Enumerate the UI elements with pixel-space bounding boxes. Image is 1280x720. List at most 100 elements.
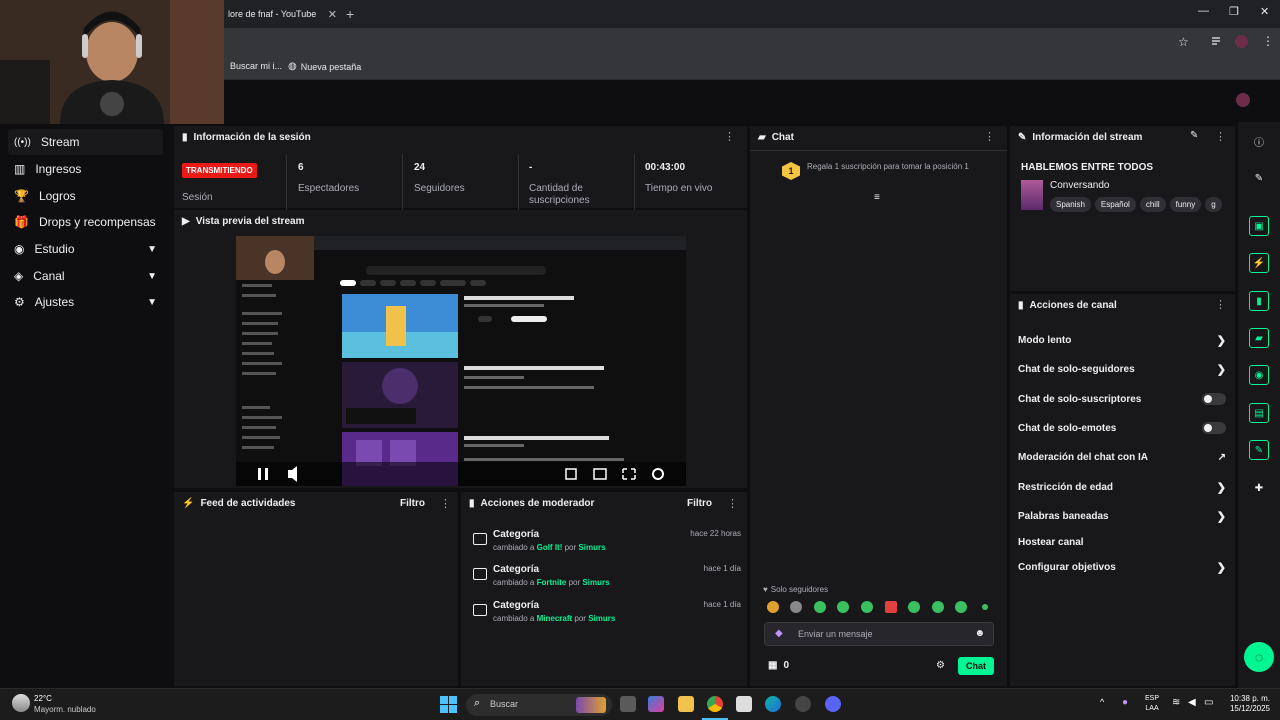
steam-icon[interactable] [795,696,811,712]
kebab-menu-icon[interactable]: ⋮ [1215,298,1226,311]
tab-close-icon[interactable]: ✕ [328,8,337,21]
stream-info-header: ✎ Información del stream [1018,132,1143,143]
media-controls-icon[interactable] [1211,35,1223,47]
bookmark-item[interactable]: Buscar mi i... [230,61,282,71]
sidebar-item-drops[interactable]: 🎁 Drops y recompensas [8,209,163,235]
store-app-icon[interactable] [736,696,752,712]
browser-menu-icon[interactable]: ⋮ [1262,34,1274,48]
window-close-icon[interactable]: ✕ [1260,5,1269,18]
sidebar-item-ingresos[interactable]: ▥ Ingresos [8,156,163,182]
emoji-icon[interactable]: ☻ [974,628,985,639]
minimize-icon[interactable]: — [1198,5,1209,17]
browser-tab[interactable]: lore de fnaf - YouTube ✕ [218,0,343,28]
help-chat-icon[interactable]: ◌ [1244,642,1274,672]
kebab-menu-icon[interactable]: ⋮ [984,130,995,143]
edit-icon[interactable]: ✎ [1190,130,1198,141]
sidebar-item-ajustes[interactable]: ⚙ Ajustes ▼ [8,289,163,315]
user-avatar[interactable] [1236,93,1250,107]
mod-actions-panel: ▮ Acciones de moderador Filtro ⋮ Categor… [461,492,747,686]
sidebar-item-logros[interactable]: 🏆 Logros [8,183,163,209]
stream-preview-video[interactable] [236,236,686,486]
action-age-restriction[interactable]: Restricción de edad ❯ [1018,479,1226,495]
subscribers-only-toggle[interactable] [1202,393,1226,405]
windows-taskbar: 22°C Mayorm. nublado ⌕ Buscar ^ ● ESP LAA… [0,688,1280,720]
tag[interactable]: Español [1094,197,1136,212]
chevron-up-icon[interactable]: ^ [1100,697,1104,707]
chevron-right-icon: ❯ [1216,561,1226,574]
channel-points[interactable]: ▦ 0 [768,660,789,671]
stream-preview-header: ▶ Vista previa del stream [182,216,305,227]
channel-actions-panel: ▮ Acciones de canal ⋮ Modo lento ❯ Chat … [1010,294,1235,686]
action-emote-only: Chat de solo-emotes [1018,420,1226,436]
taskbar-search[interactable]: ⌕ Buscar [466,694,612,716]
bookmark-item[interactable]: ◍ Nueva pestaña [288,61,361,72]
sidebar-item-estudio[interactable]: ◉ Estudio ▼ [8,236,163,262]
tag[interactable]: Spanish [1050,197,1091,212]
kebab-menu-icon[interactable]: ⋮ [440,497,451,510]
pencil-icon[interactable]: ✎ [1249,168,1269,188]
marker-icon[interactable]: ▮ [1249,291,1269,311]
action-ai-moderation[interactable]: Moderación del chat con IA ↗ [1018,449,1226,465]
kebab-menu-icon[interactable]: ⋮ [1215,130,1226,143]
wrench-icon[interactable]: ✎ [1249,440,1269,460]
chat-settings-icon[interactable]: ⚙ [936,660,945,671]
maximize-icon[interactable]: ❐ [1229,5,1239,18]
poll-icon[interactable]: ▤ [1249,403,1269,423]
tag[interactable]: chill [1139,197,1166,212]
volume-icon[interactable]: ◀ [1188,697,1196,708]
activity-feed-header: ⚡ Feed de actividades [182,498,296,509]
weather-desc[interactable]: Mayorm. nublado [34,705,96,714]
chat-send-button[interactable]: Chat [958,657,994,675]
action-banned-words[interactable]: Palabras baneadas ❯ [1018,508,1226,524]
divider [634,154,635,212]
ad-icon[interactable]: ⚡ [1249,253,1269,273]
sidebar-item-stream[interactable]: ((•)) Stream [8,129,163,155]
quick-actions-bar: ⓘ ✎ ▣ ⚡ ▮ ▰ ◉ ▤ ✎ ✚ ◌ [1238,122,1280,688]
emote-only-toggle[interactable] [1202,422,1226,434]
kebab-menu-icon[interactable]: ⋮ [724,130,735,143]
chat-input[interactable]: ◆ Enviar un mensaje ☻ [764,622,994,646]
chat-bubble-icon: ▰ [758,132,766,143]
battery-icon[interactable]: ▭ [1204,697,1213,708]
chat-icon[interactable]: ▰ [1249,328,1269,348]
taskbar-clock[interactable]: 10:38 p. m. 15/12/2025 [1224,694,1270,714]
windows-start-icon[interactable] [440,696,457,713]
discord-icon[interactable] [825,696,841,712]
kebab-menu-icon[interactable]: ⋮ [727,497,738,510]
chevron-right-icon: ❯ [1216,334,1226,347]
action-followers-only[interactable]: Chat de solo-seguidores ❯ [1018,361,1226,377]
wifi-icon[interactable]: ≋ [1172,697,1180,708]
chevron-right-icon: ❯ [1216,481,1226,494]
bookmark-star-icon[interactable]: ☆ [1178,35,1189,49]
tag[interactable]: funny [1169,197,1202,212]
mod-action-detail: cambiado a Fortnite por Simurs [493,578,610,587]
emote-bar [766,600,988,614]
filter-button[interactable]: Filtro [687,498,712,509]
file-explorer-icon[interactable] [678,696,694,712]
input-language[interactable]: ESP LAA [1145,694,1159,714]
info-icon[interactable]: ⓘ [1249,131,1269,151]
raid-icon[interactable]: ◉ [1249,365,1269,385]
activity-feed-panel: ⚡ Feed de actividades Filtro ⋮ [174,492,458,686]
tag[interactable]: g [1205,197,1222,212]
filter-button[interactable]: Filtro [400,498,425,509]
profile-avatar-icon[interactable] [1235,35,1248,48]
new-tab-button[interactable]: + [346,6,354,22]
edge-icon[interactable] [765,696,781,712]
clip-icon[interactable]: ▣ [1249,216,1269,236]
chrome-icon[interactable] [707,696,723,712]
sidebar-item-canal[interactable]: ◈ Canal ▼ [8,263,163,289]
panel-icon: ▮ [1018,300,1024,311]
channel-icon: ◈ [14,269,24,283]
gift-prompt[interactable]: Regala 1 suscripción para tomar la posic… [807,162,987,172]
tab-title: lore de fnaf - YouTube [228,9,317,19]
action-goals[interactable]: Configurar objetivos ❯ [1018,559,1226,575]
task-view-icon[interactable] [620,696,636,712]
action-slow-mode[interactable]: Modo lento ❯ [1018,332,1226,348]
copilot-icon[interactable] [648,696,664,712]
action-host-channel[interactable]: Hostear canal [1018,534,1226,550]
collapse-icon[interactable]: ≡ [874,192,880,203]
mic-icon[interactable]: ● [1122,697,1128,708]
weather-temp[interactable]: 22°C [34,694,52,703]
add-action-icon[interactable]: ✚ [1249,478,1269,498]
